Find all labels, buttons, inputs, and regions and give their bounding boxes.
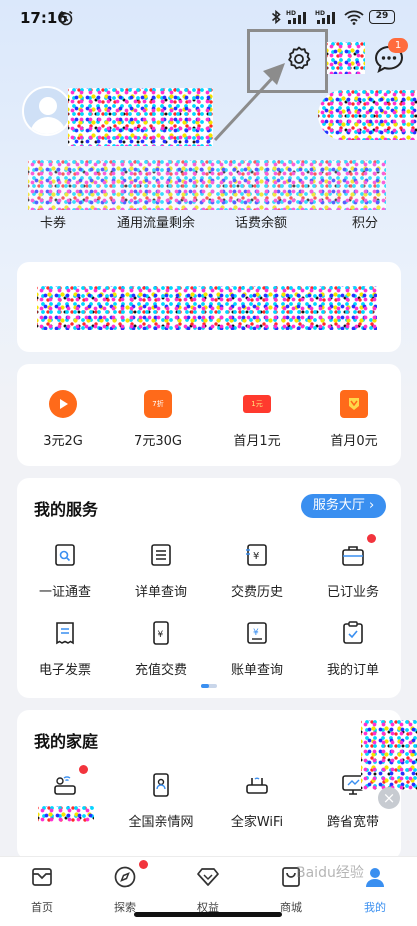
stat-label-balance[interactable]: 话费余额 [235,212,287,231]
family-phone-icon [153,773,169,797]
svg-text:HD: HD [286,10,296,17]
battery-indicator: 29 [369,10,395,24]
bluetooth-icon [272,9,281,25]
play-icon [49,390,77,418]
service-label: 账单查询 [230,663,283,678]
tab-home[interactable]: 首页 [12,865,72,915]
svg-text:¥: ¥ [253,628,259,638]
services-card: 我的服务 服务大厅 › 一证通查 详单查询 ¥ 交费历史 已订业务 电子发票 ¥… [17,478,401,698]
stat-label-coupons[interactable]: 卡券 [40,212,66,231]
service-item[interactable]: ¥ 账单查询 [209,620,305,678]
service-item[interactable]: 一证通查 [17,542,113,600]
banner-card[interactable] [17,262,401,352]
id-search-icon [55,544,75,566]
promo-card: 3元2G 7折 7元30G 1元 首月1元 首月0元 [17,364,401,466]
watermark: Baidu经验 [296,865,364,881]
alarm-icon [59,10,73,26]
invoice-icon [56,622,74,645]
page-indicator-active [201,684,209,688]
stats-labels: 卡券 通用流量剩余 话费余额 积分 [0,212,417,232]
order-clipboard-icon [343,621,363,644]
router-icon [246,777,268,794]
tab-label: 我的 [364,901,386,914]
svg-text:¥: ¥ [253,551,259,562]
promo-label: 3元2G [43,434,83,449]
promo-label: 首月0元 [330,434,378,449]
notification-dot [367,534,376,543]
promo-item-0[interactable]: 3元2G [23,390,103,449]
signal-icon-2: HD [315,10,335,24]
promo-item-3[interactable]: 首月0元 [314,390,394,449]
compass-icon [114,866,136,888]
service-item[interactable]: ¥ 充值交费 [113,620,209,678]
home-indicator[interactable] [134,912,282,917]
service-label: 交费历史 [230,585,283,600]
family-item[interactable]: 全国亲情网 [113,772,209,830]
promo-label: 首月1元 [233,434,281,449]
svg-text:¥: ¥ [158,630,164,640]
subscribed-bag-icon [342,546,364,566]
ribbon-icon [340,390,368,418]
redacted-badge [327,42,365,74]
redacted-member-badge[interactable] [318,90,417,140]
family-card: 我的家庭 全国亲情网 全家WiFi 跨省宽带 [17,710,401,860]
redacted-banner [37,286,377,330]
service-label: 已订业务 [326,585,379,600]
payment-history-icon: ¥ [246,544,267,566]
bill-icon: ¥ [247,622,267,644]
wifi-icon [344,10,364,25]
service-label: 一证通查 [38,585,91,600]
recharge-phone-icon: ¥ [153,621,169,645]
diamond-icon [197,868,219,886]
stat-label-data[interactable]: 通用流量剩余 [117,212,195,231]
family-title: 我的家庭 [34,732,99,751]
service-label: 我的订单 [326,663,379,678]
redacted-floating-ad[interactable] [361,720,417,790]
tab-benefits[interactable]: 权益 [178,865,238,915]
tab-explore[interactable]: 探索 [95,865,155,915]
family-label: 跨省宽带 [326,815,379,830]
promo-label: 7元30G [134,434,182,449]
service-item[interactable]: 详单查询 [113,542,209,600]
tag-icon: 7折 [144,390,172,418]
family-item[interactable]: 全家WiFi [209,772,305,830]
close-icon[interactable]: × [378,787,400,809]
notification-dot [79,765,88,774]
router-wifi-icon [54,776,76,795]
status-bar: 17:16 HD HD 29 [0,0,417,36]
promo-item-2[interactable]: 1元 首月1元 [217,390,297,449]
redacted-user-info [68,88,213,146]
svg-text:HD: HD [315,10,325,17]
service-label: 充值交费 [134,663,187,678]
home-icon [32,868,52,886]
page-indicator [201,684,217,688]
family-item-first[interactable] [17,772,113,802]
service-item[interactable]: 我的订单 [305,620,401,678]
notification-dot [139,860,148,869]
avatar[interactable] [22,86,72,136]
message-badge: 1 [388,38,408,53]
tab-label: 首页 [31,901,53,914]
family-label: 全国亲情网 [128,815,194,830]
service-hall-button[interactable]: 服务大厅 › [301,494,386,518]
service-item[interactable]: ¥ 交费历史 [209,542,305,600]
family-label: 全家WiFi [230,815,284,830]
service-item[interactable]: 电子发票 [17,620,113,678]
service-label: 电子发票 [38,663,91,678]
status-indicators: HD HD 29 [271,9,395,25]
promo-item-1[interactable]: 7折 7元30G [118,390,198,449]
service-label: 详单查询 [134,585,187,600]
pointer-arrow [213,63,285,142]
services-title: 我的服务 [34,500,99,519]
redacted-stats-values [28,160,386,210]
avatar-head [39,97,57,115]
stat-label-points[interactable]: 积分 [352,212,378,231]
avatar-body [30,117,66,134]
service-item[interactable]: 已订业务 [305,542,401,600]
coupon-icon: 1元 [243,395,271,413]
user-icon [366,868,384,887]
signal-icon-1: HD [286,10,306,24]
redacted-family-label [38,806,94,822]
list-doc-icon [151,544,171,566]
